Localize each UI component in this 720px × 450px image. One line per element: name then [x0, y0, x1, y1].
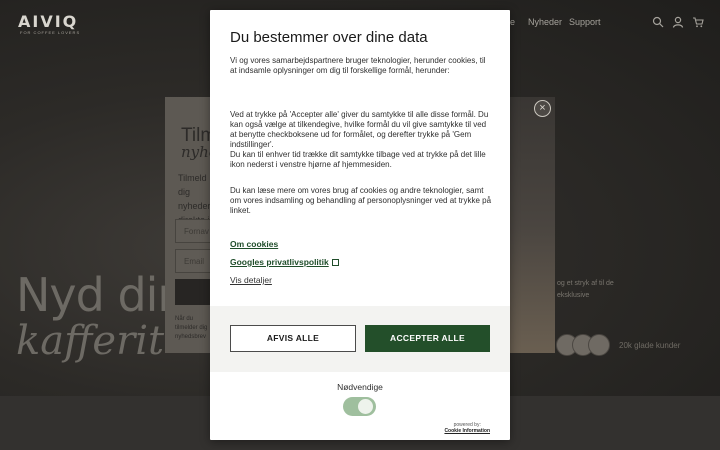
necessary-cookies-toggle[interactable] — [343, 397, 376, 416]
cookie-readmore-text: Du kan læse mere om vores brug af cookie… — [230, 186, 492, 215]
powered-by: powered by: Cookie Information — [444, 422, 490, 434]
cookie-information-link[interactable]: Cookie Information — [444, 428, 490, 434]
necessary-cookies-label: Nødvendige — [337, 382, 383, 392]
cookie-intro-text: Vi og vores samarbejdspartnere bruger te… — [230, 56, 486, 75]
accept-all-button[interactable]: ACCEPTER ALLE — [365, 325, 490, 352]
google-privacy-link-label: Googles privatlivspolitik — [230, 257, 329, 267]
about-cookies-link[interactable]: Om cookies — [230, 239, 278, 249]
external-link-icon — [331, 259, 339, 266]
google-privacy-link[interactable]: Googles privatlivspolitik — [230, 257, 339, 267]
cookie-consent-dialog: Du bestemmer over dine data Vi og vores … — [210, 10, 510, 440]
cookie-consent-text: Ved at trykke på 'Accepter alle' giver d… — [230, 110, 492, 170]
cookie-dialog-title: Du bestemmer over dine data — [230, 29, 428, 46]
show-details-link[interactable]: Vis detaljer — [230, 275, 272, 285]
cookie-button-bar: AFVIS ALLE ACCEPTER ALLE — [210, 306, 510, 372]
reject-all-button[interactable]: AFVIS ALLE — [230, 325, 356, 352]
toggle-knob — [358, 399, 373, 414]
cookie-consent-text-accept: Ved at trykke på 'Accepter alle' giver d… — [230, 110, 489, 149]
cookie-consent-text-withdraw: Du kan til enhver tid trække dit samtykk… — [230, 150, 486, 169]
